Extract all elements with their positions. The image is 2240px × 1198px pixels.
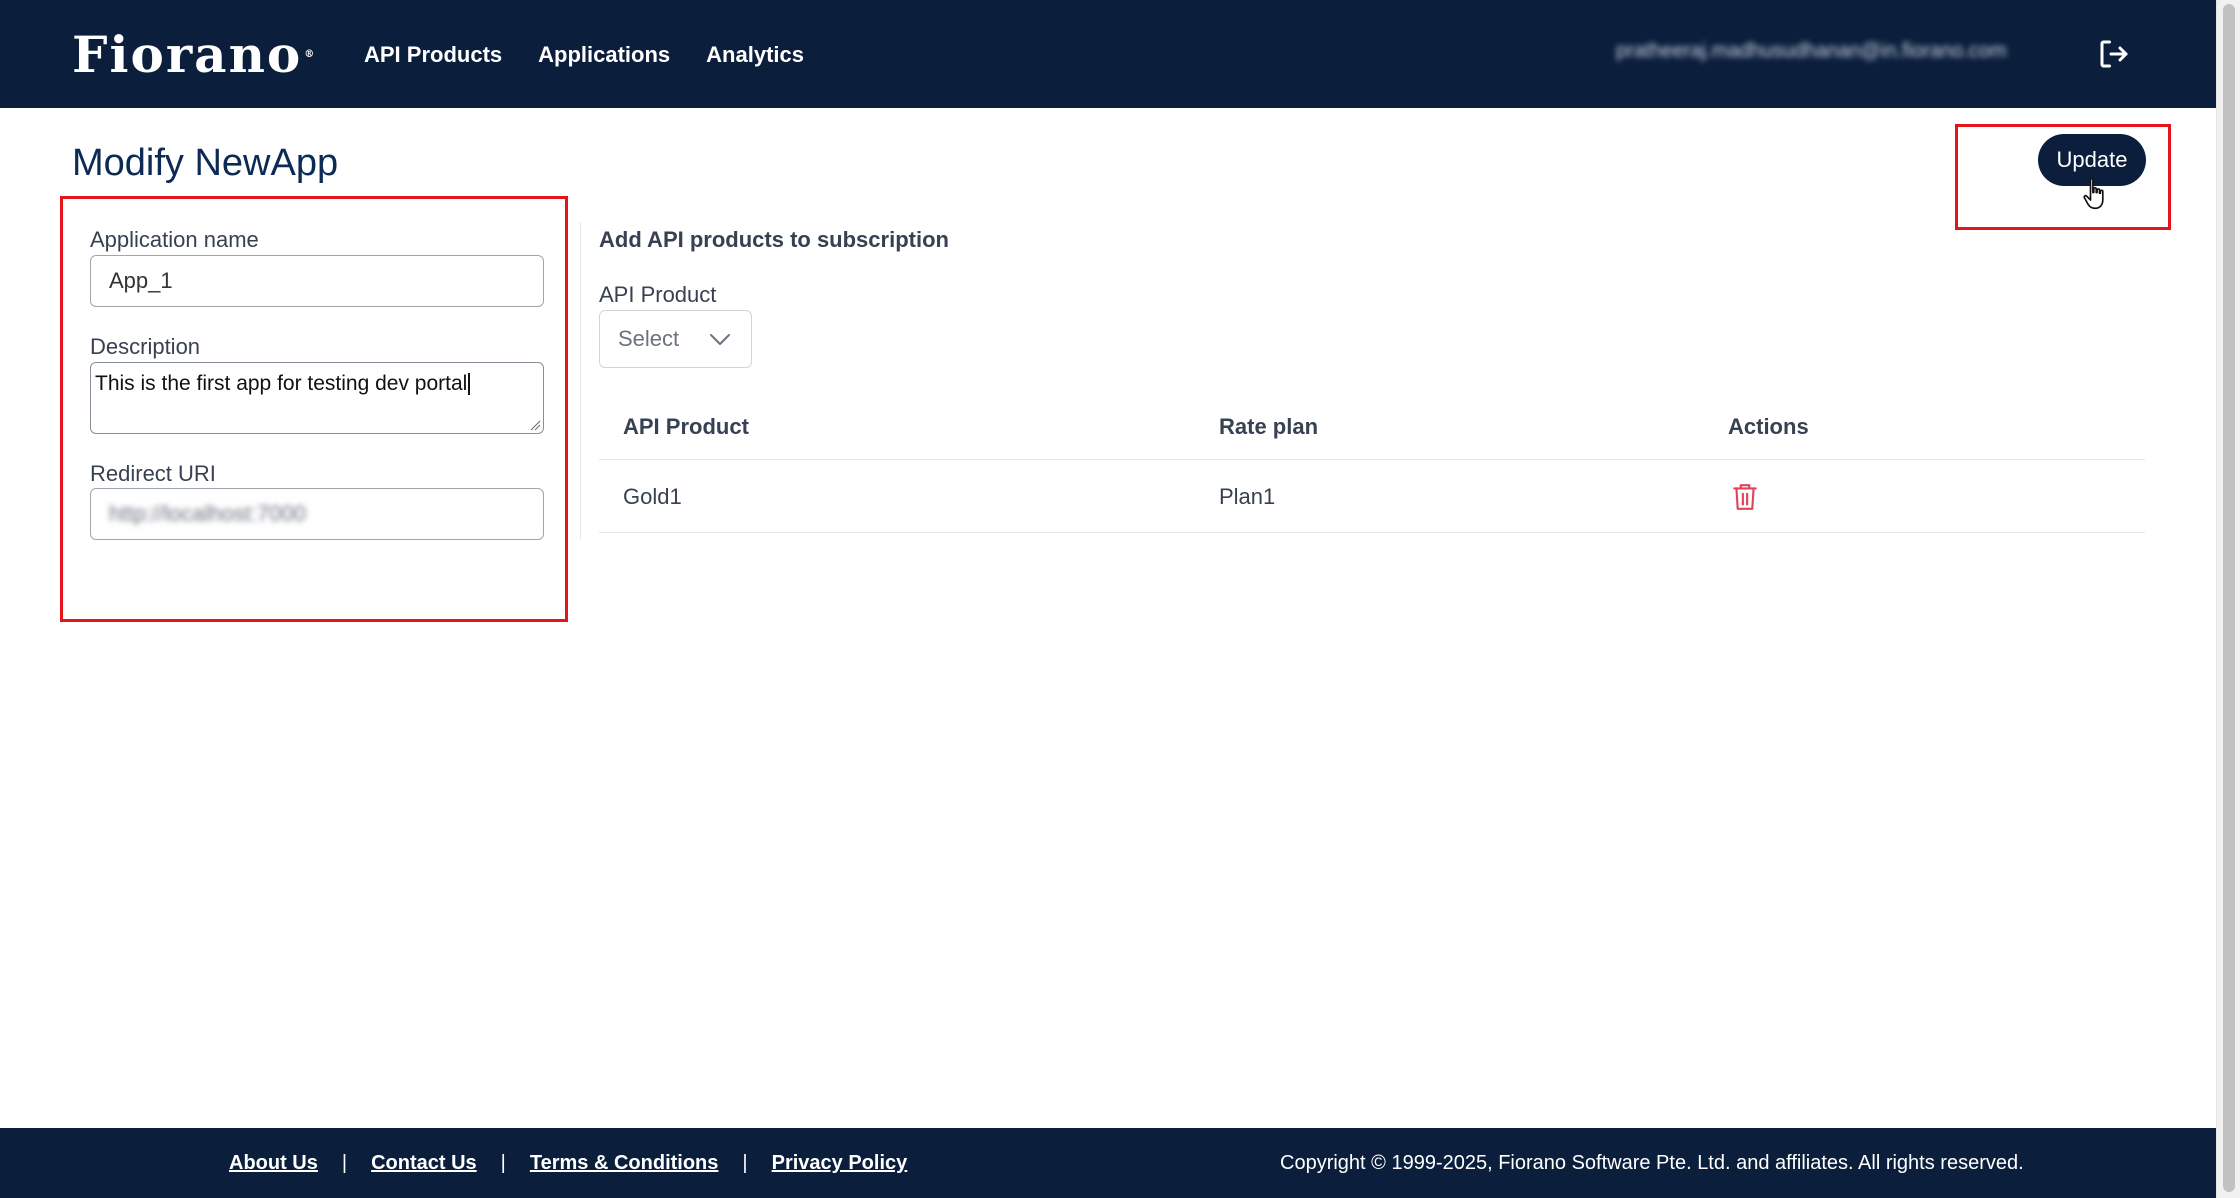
footer-link-about-us[interactable]: About Us xyxy=(229,1149,318,1177)
column-header-api-product: API Product xyxy=(623,414,749,439)
footer-links: About Us | Contact Us | Terms & Conditio… xyxy=(229,1149,907,1177)
description-textarea[interactable]: This is the first app for testing dev po… xyxy=(90,362,544,434)
redirect-uri-input[interactable]: http://localhost:7000 xyxy=(90,488,544,540)
user-email: pratheeraj.madhusudhanan@in.fiorano.com xyxy=(1616,40,2007,62)
chevron-down-icon xyxy=(710,334,730,345)
text-caret xyxy=(468,373,471,396)
footer-link-terms[interactable]: Terms & Conditions xyxy=(530,1149,719,1177)
footer-separator: | xyxy=(341,1152,348,1174)
column-header-rate-plan: Rate plan xyxy=(1219,414,1319,439)
app-name-label: Application name xyxy=(90,227,259,252)
cell-api-product: Gold1 xyxy=(623,484,682,509)
hand-cursor-icon xyxy=(2083,177,2104,210)
api-product-select[interactable]: Select xyxy=(599,310,752,368)
header-divider xyxy=(599,459,2145,460)
vertical-scrollbar[interactable] xyxy=(2216,0,2240,1198)
description-label: Description xyxy=(90,334,201,359)
select-value: Select xyxy=(618,326,680,351)
column-header-actions: Actions xyxy=(1728,414,1809,439)
nav-analytics[interactable]: Analytics xyxy=(706,38,804,72)
nav-applications[interactable]: Applications xyxy=(538,38,670,72)
api-product-select-label: API Product xyxy=(599,282,717,307)
redirect-uri-value: http://localhost:7000 xyxy=(109,501,306,526)
redirect-uri-label: Redirect URI xyxy=(90,461,216,486)
resize-grip-icon[interactable] xyxy=(529,419,541,431)
footer-separator: | xyxy=(742,1152,748,1174)
top-navbar: Fiorano ® API Products Applications Analy… xyxy=(0,0,2216,108)
nav-api-products[interactable]: API Products xyxy=(364,38,502,72)
page-title: Modify NewApp xyxy=(72,142,339,184)
app-name-input[interactable]: App_1 xyxy=(90,255,544,307)
logout-icon[interactable] xyxy=(2096,36,2132,72)
trash-icon[interactable] xyxy=(1732,482,1758,512)
footer: About Us | Contact Us | Terms & Conditio… xyxy=(0,1128,2216,1198)
footer-link-privacy-policy[interactable]: Privacy Policy xyxy=(772,1149,908,1177)
row-divider xyxy=(599,532,2145,533)
panel-divider xyxy=(580,222,581,540)
copyright-text: Copyright © 1999-2025, Fiorano Software … xyxy=(1280,1152,2024,1174)
fiorano-logo[interactable]: Fiorano ® xyxy=(72,28,316,82)
footer-link-contact-us[interactable]: Contact Us xyxy=(371,1149,477,1177)
cell-rate-plan: Plan1 xyxy=(1219,484,1276,509)
scrollbar-thumb[interactable] xyxy=(2223,4,2235,1192)
subscription-title: Add API products to subscription xyxy=(599,227,949,252)
main-nav: API Products Applications Analytics xyxy=(364,38,804,72)
description-text: This is the first app for testing dev po… xyxy=(95,372,468,395)
footer-separator: | xyxy=(500,1152,506,1174)
